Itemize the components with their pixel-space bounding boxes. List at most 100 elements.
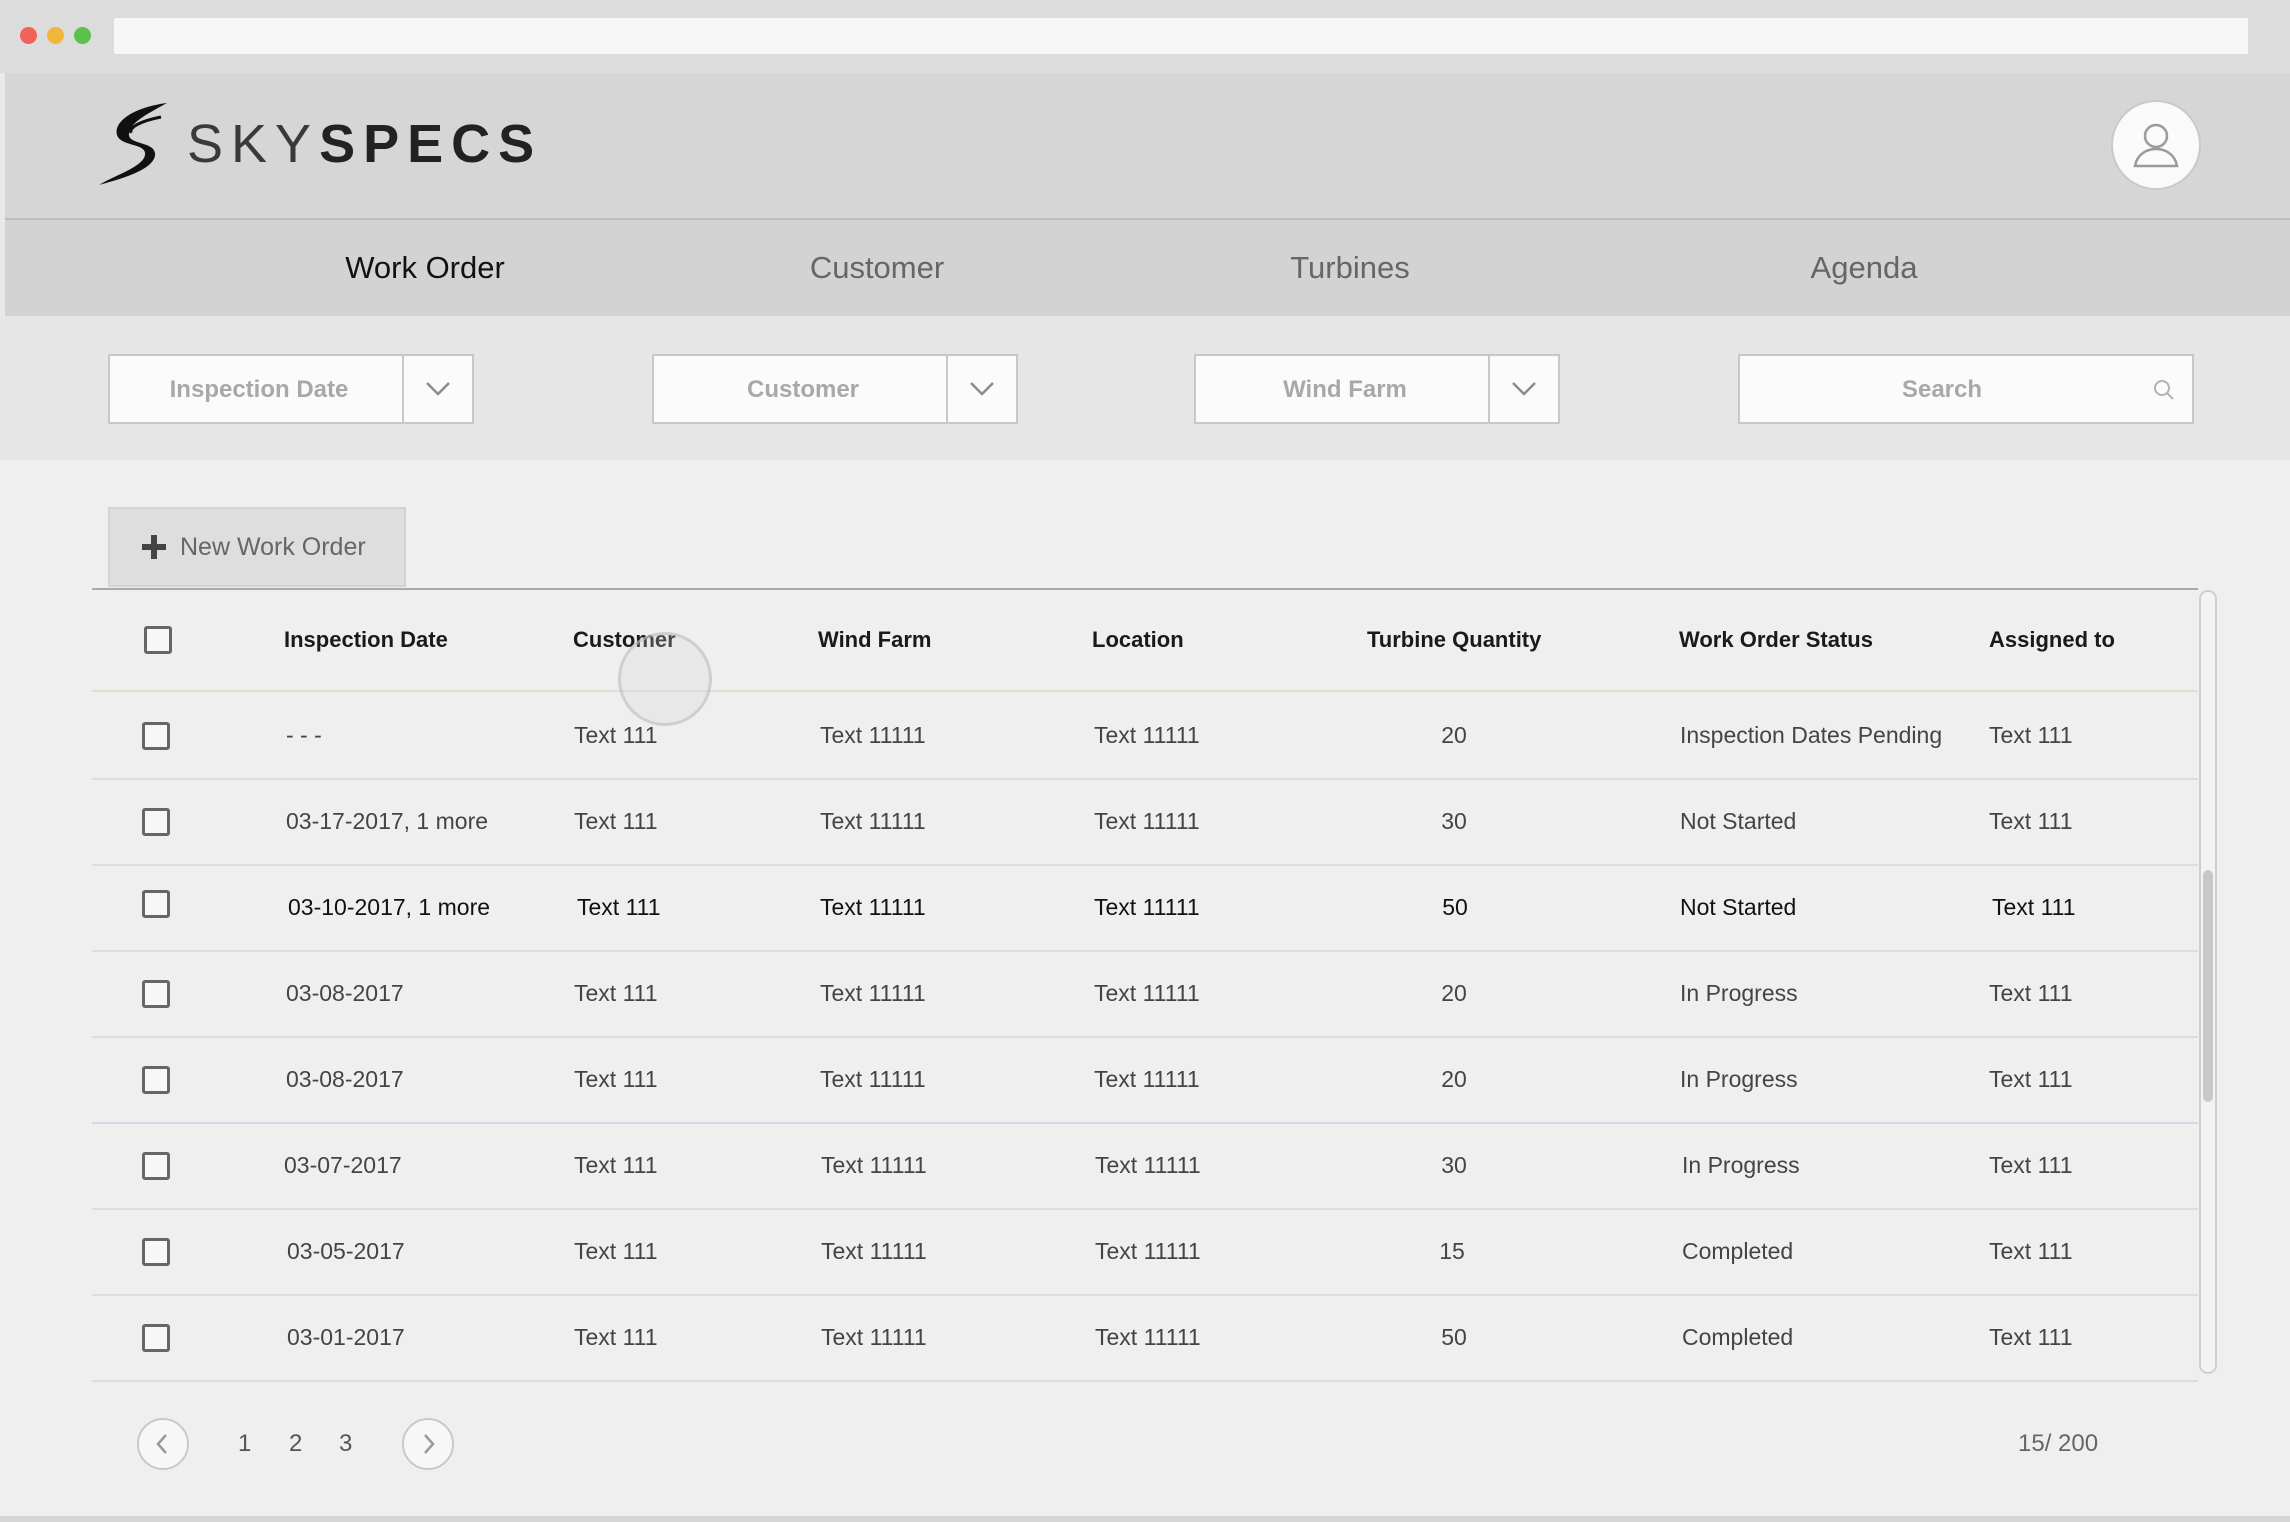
filter-bar: Inspection Date Customer Wind Farm xyxy=(0,316,2290,460)
chevron-down-icon[interactable] xyxy=(402,356,472,422)
cell-assigned-to: Text 111 xyxy=(1989,1238,2073,1264)
main-nav: Work Order Customer Turbines Agenda xyxy=(5,220,2290,316)
cell-customer: Text 111 xyxy=(574,722,658,748)
cell-status: Completed xyxy=(1682,1324,1794,1350)
tab-agenda[interactable]: Agenda xyxy=(1811,220,1918,316)
table-row[interactable]: 03-05-2017 Text 111 Text 11111 Text 1111… xyxy=(92,1208,2198,1296)
user-avatar[interactable] xyxy=(2111,100,2201,190)
prev-page-button[interactable] xyxy=(137,1418,189,1470)
page-3[interactable]: 3 xyxy=(339,1400,352,1488)
cell-assigned-to: Text 111 xyxy=(1989,808,2073,834)
table-scrollbar-thumb[interactable] xyxy=(2203,870,2213,1102)
cell-turbine-quantity: 20 xyxy=(1441,980,1467,1006)
row-checkbox[interactable] xyxy=(142,1238,170,1266)
page-1[interactable]: 1 xyxy=(238,1400,251,1488)
search-input[interactable] xyxy=(1740,356,2144,424)
skyspecs-swoosh-logo-icon xyxy=(99,103,167,185)
table-row[interactable]: 03-07-2017 Text 111 Text 11111 Text 1111… xyxy=(92,1122,2198,1210)
cell-inspection-date: 03-10-2017, 1 more xyxy=(288,894,491,920)
cell-wind-farm: Text 11111 xyxy=(820,722,926,748)
col-location[interactable]: Location xyxy=(1092,590,1184,690)
search-icon[interactable] xyxy=(2152,378,2176,402)
cell-inspection-date: 03-05-2017 xyxy=(287,1238,405,1264)
cell-status: In Progress xyxy=(1682,1152,1800,1178)
cell-status: Completed xyxy=(1682,1238,1794,1264)
col-assigned-to[interactable]: Assigned to xyxy=(1989,590,2115,690)
window-minimize-button[interactable] xyxy=(47,27,64,44)
cell-assigned-to: Text 111 xyxy=(1989,1066,2073,1092)
wind-farm-select-label: Wind Farm xyxy=(1283,376,1407,403)
row-checkbox[interactable] xyxy=(142,1152,170,1180)
brand-specs: SPECS xyxy=(319,114,543,174)
cell-turbine-quantity: 30 xyxy=(1441,1152,1467,1178)
select-all-checkbox[interactable] xyxy=(144,626,172,654)
tab-work-order[interactable]: Work Order xyxy=(345,220,505,316)
new-work-order-label: New Work Order xyxy=(180,532,366,561)
cell-customer: Text 111 xyxy=(574,1066,658,1092)
customer-select-label: Customer xyxy=(746,376,860,403)
chevron-right-icon xyxy=(424,1434,435,1454)
chevron-down-icon[interactable] xyxy=(1488,356,1558,422)
wind-farm-select[interactable]: Wind Farm xyxy=(1194,354,1560,424)
chevron-left-icon xyxy=(156,1434,167,1454)
table-row[interactable]: - - - Text 111 Text 11111 Text 11111 20 … xyxy=(92,692,2198,780)
app-header: SKYSPECS xyxy=(5,73,2290,220)
cell-assigned-to: Text 111 xyxy=(1989,1324,2073,1350)
cell-location: Text 11111 xyxy=(1094,980,1200,1006)
col-turbine-quantity[interactable]: Turbine Quantity xyxy=(1367,590,1541,690)
cell-location: Text 11111 xyxy=(1095,1238,1201,1264)
address-bar[interactable] xyxy=(114,18,2248,54)
row-checkbox[interactable] xyxy=(142,808,170,836)
col-inspection-date[interactable]: Inspection Date xyxy=(284,590,448,690)
cell-wind-farm: Text 11111 xyxy=(820,1066,926,1092)
page-2[interactable]: 2 xyxy=(289,1400,302,1488)
window-close-button[interactable] xyxy=(20,27,37,44)
inspection-date-select[interactable]: Inspection Date xyxy=(108,354,474,424)
cell-wind-farm: Text 11111 xyxy=(820,980,926,1006)
tab-turbines[interactable]: Turbines xyxy=(1290,220,1409,316)
cell-wind-farm: Text 11111 xyxy=(820,894,926,920)
next-page-button[interactable] xyxy=(402,1418,454,1470)
cell-customer: Text 111 xyxy=(574,1152,658,1178)
col-wind-farm[interactable]: Wind Farm xyxy=(818,590,931,690)
new-work-order-button[interactable]: New Work Order xyxy=(108,507,406,587)
cell-wind-farm: Text 11111 xyxy=(820,808,926,834)
row-checkbox[interactable] xyxy=(142,1066,170,1094)
table-row[interactable]: 03-10-2017, 1 more Text 111 Text 11111 T… xyxy=(92,864,2198,952)
cell-inspection-date: 03-07-2017 xyxy=(284,1152,402,1178)
row-checkbox[interactable] xyxy=(142,890,170,918)
search-field[interactable] xyxy=(1738,354,2194,424)
cell-inspection-date: 03-17-2017, 1 more xyxy=(286,808,489,834)
tab-customer[interactable]: Customer xyxy=(810,220,944,316)
cell-wind-farm: Text 11111 xyxy=(821,1152,927,1178)
table-row[interactable]: 03-08-2017 Text 111 Text 11111 Text 1111… xyxy=(92,950,2198,1038)
brand-logo[interactable]: SKYSPECS xyxy=(95,99,542,189)
window-maximize-button[interactable] xyxy=(74,27,91,44)
inspection-date-select-label: Inspection Date xyxy=(169,376,349,403)
table-row[interactable]: 03-01-2017 Text 111 Text 11111 Text 1111… xyxy=(92,1294,2198,1382)
chevron-down-icon[interactable] xyxy=(946,356,1016,422)
cell-turbine-quantity: 50 xyxy=(1442,894,1468,920)
cell-location: Text 11111 xyxy=(1095,1324,1201,1350)
row-checkbox[interactable] xyxy=(142,980,170,1008)
pagination: 1 2 3 15/ 200 xyxy=(0,1400,2290,1490)
row-checkbox[interactable] xyxy=(142,722,170,750)
cell-assigned-to: Text 111 xyxy=(1989,980,2073,1006)
cell-turbine-quantity: 50 xyxy=(1441,1324,1467,1350)
browser-chrome xyxy=(0,0,2290,73)
col-work-order-status[interactable]: Work Order Status xyxy=(1679,590,1873,690)
table-header-row: Inspection Date Customer Wind Farm Locat… xyxy=(92,590,2198,692)
cell-customer: Text 111 xyxy=(574,980,658,1006)
cell-turbine-quantity: 30 xyxy=(1441,808,1467,834)
plus-icon xyxy=(142,535,166,559)
cell-inspection-date: 03-08-2017 xyxy=(286,1066,404,1092)
table-row[interactable]: 03-17-2017, 1 more Text 111 Text 11111 T… xyxy=(92,778,2198,866)
table-row[interactable]: 03-08-2017 Text 111 Text 11111 Text 1111… xyxy=(92,1036,2198,1124)
row-checkbox[interactable] xyxy=(142,1324,170,1352)
cell-location: Text 11111 xyxy=(1094,1066,1200,1092)
cell-location: Text 11111 xyxy=(1095,1152,1201,1178)
cell-location: Text 11111 xyxy=(1094,722,1200,748)
cell-customer: Text 111 xyxy=(577,894,661,920)
customer-select[interactable]: Customer xyxy=(652,354,1018,424)
cell-status: Not Started xyxy=(1680,894,1797,920)
